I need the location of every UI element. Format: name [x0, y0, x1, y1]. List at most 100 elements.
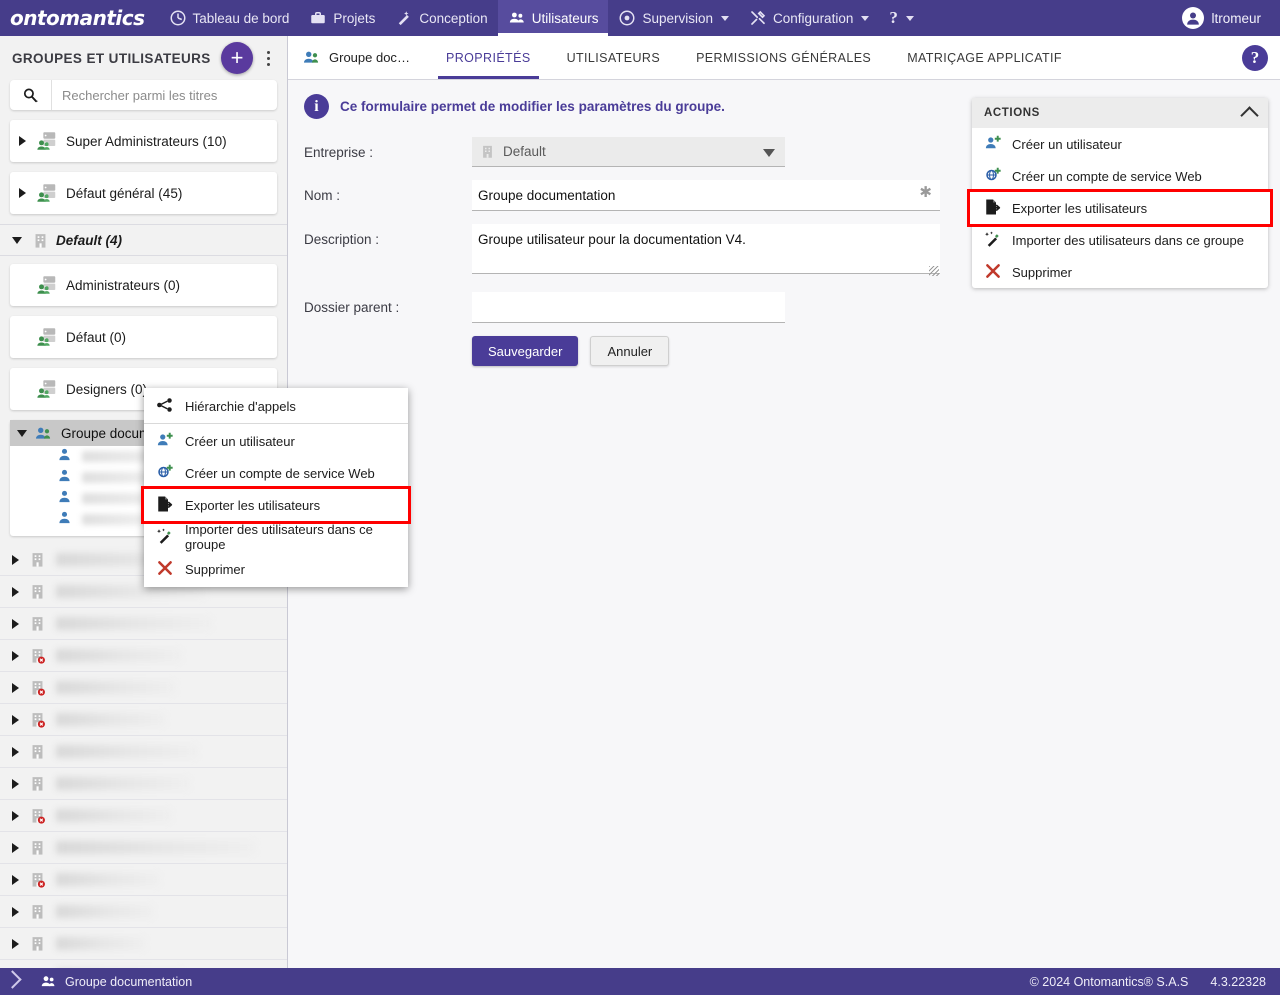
search-input[interactable]	[52, 87, 277, 103]
context-menu-item-creer-un-utilisateur[interactable]: Créer un utilisateur	[144, 425, 408, 457]
tree-row-redacted[interactable]	[0, 768, 287, 800]
building-disabled-icon	[26, 647, 48, 664]
tree-row-redacted[interactable]	[0, 864, 287, 896]
dossier-parent-input[interactable]	[472, 292, 785, 323]
collapse-arrow-icon[interactable]	[10, 429, 34, 437]
redacted-label	[56, 777, 190, 790]
tree-row-redacted[interactable]	[0, 672, 287, 704]
action-label: Importer des utilisateurs dans ce groupe	[1012, 232, 1244, 248]
expand-arrow-icon[interactable]	[4, 650, 26, 661]
app-logo[interactable]: ontomantics	[0, 6, 159, 30]
help-icon[interactable]: ?	[1242, 44, 1268, 71]
redacted-label	[56, 937, 146, 950]
expand-arrow-icon[interactable]	[4, 682, 26, 693]
tree-row-defaut[interactable]: Défaut (0)	[10, 316, 277, 358]
context-menu-item-creer-un-compte-de-service-web[interactable]: Créer un compte de service Web	[144, 457, 408, 489]
nav-item-projets[interactable]: Projets	[299, 0, 385, 36]
tab-matricage-applicatif[interactable]: MATRIÇAGE APPLICATIF	[889, 36, 1080, 79]
tree-row-redacted[interactable]	[0, 832, 287, 864]
tree-row-redacted[interactable]	[0, 704, 287, 736]
entreprise-select[interactable]: Default	[472, 137, 785, 167]
expand-arrow-icon[interactable]	[4, 618, 26, 629]
action-supprimer[interactable]: Supprimer	[972, 256, 1268, 288]
tab-bar: Groupe docume... PROPRIÉTÉS UTILISATEURS…	[288, 36, 1280, 80]
tab-entity-chip[interactable]: Groupe docume...	[288, 36, 428, 79]
expand-arrow-icon[interactable]	[4, 586, 26, 597]
nav-item-help[interactable]: ?	[879, 0, 924, 36]
expand-arrow-icon[interactable]	[4, 874, 26, 885]
description-textarea[interactable]: Groupe utilisateur pour la documentation…	[472, 224, 940, 274]
tree-row-label: Administrateurs (0)	[66, 277, 181, 293]
tree-row-redacted[interactable]	[0, 736, 287, 768]
building-icon	[26, 935, 48, 952]
add-group-button[interactable]: +	[221, 42, 253, 74]
save-button[interactable]: Sauvegarder	[472, 336, 579, 366]
chevron-up-icon[interactable]	[1240, 105, 1259, 125]
action-creer-un-utilisateur[interactable]: Créer un utilisateur	[972, 128, 1268, 160]
expand-arrow-icon[interactable]	[4, 778, 26, 789]
context-menu-item-supprimer[interactable]: Supprimer	[144, 553, 408, 585]
app-root: ontomantics Tableau de bord Projets Conc…	[0, 0, 1280, 995]
company-label: Default (4)	[56, 232, 123, 248]
expand-arrow-icon[interactable]	[4, 938, 26, 949]
info-icon: i	[304, 94, 329, 119]
action-label: Supprimer	[1012, 264, 1072, 280]
tree-row-defaut-general[interactable]: Défaut général (45)	[10, 172, 277, 214]
collapse-arrow-icon[interactable]	[6, 236, 28, 244]
actions-panel-header[interactable]: ACTIONS	[972, 98, 1268, 128]
nav-item-utilisateurs[interactable]: Utilisateurs	[497, 0, 609, 36]
tree-row-redacted[interactable]	[0, 640, 287, 672]
expand-arrow-icon[interactable]	[4, 746, 26, 757]
context-menu-item-hierarchie-dappels[interactable]: Hiérarchie d'appels	[144, 390, 408, 422]
building-disabled-icon	[26, 679, 48, 696]
expand-arrow-icon[interactable]	[4, 554, 26, 565]
search-box[interactable]	[10, 80, 277, 110]
field-dossier-parent: Dossier parent :	[304, 292, 1280, 323]
context-menu-item-exporter-les-utilisateurs[interactable]: Exporter les utilisateurs	[141, 486, 411, 524]
nav-item-supervision[interactable]: Supervision	[608, 0, 739, 36]
tree-row-administrateurs[interactable]: Administrateurs (0)	[10, 264, 277, 306]
tree-company-default[interactable]: Default (4)	[0, 224, 287, 256]
context-menu-label: Supprimer	[185, 561, 245, 577]
expand-arrow-icon[interactable]	[10, 136, 34, 146]
expand-arrow-icon[interactable]	[10, 188, 34, 198]
context-menu: Hiérarchie d'appels Créer un utilisateur…	[141, 388, 411, 587]
user-menu[interactable]: ltromeur	[1176, 7, 1280, 29]
tab-utilisateurs[interactable]: UTILISATEURS	[549, 36, 678, 79]
tree-row-redacted[interactable]	[0, 960, 287, 968]
expand-arrow-icon[interactable]	[4, 842, 26, 853]
nom-input[interactable]	[472, 180, 940, 211]
expand-arrow-icon[interactable]	[4, 906, 26, 917]
tree-row-label: Défaut général (45)	[66, 185, 183, 201]
tab-entity-label: Groupe docume...	[329, 50, 416, 65]
sidebar-more-menu-icon[interactable]	[257, 44, 279, 72]
tab-label: PERMISSIONS GÉNÉRALES	[696, 50, 872, 65]
tree-row-redacted[interactable]	[0, 928, 287, 960]
expand-arrow-icon[interactable]	[4, 810, 26, 821]
tree-row-redacted[interactable]	[0, 896, 287, 928]
chevron-down-icon	[721, 15, 730, 21]
tab-permissions-generales[interactable]: PERMISSIONS GÉNÉRALES	[678, 36, 889, 79]
context-menu-item-importer-des-utilisateurs[interactable]: Importer des utilisateurs dans ce groupe	[144, 521, 408, 553]
chevron-down-icon	[763, 149, 775, 157]
cancel-button[interactable]: Annuler	[590, 336, 670, 366]
tree-row-redacted[interactable]	[0, 800, 287, 832]
top-navigation-bar: ontomantics Tableau de bord Projets Conc…	[0, 0, 1280, 36]
actions-panel: ACTIONS Créer un utilisateur Créer un co…	[967, 98, 1273, 288]
expand-arrow-icon[interactable]	[4, 714, 26, 725]
user-avatar-icon	[1182, 7, 1205, 29]
nom-input-wrap: ✱	[472, 180, 940, 211]
tree-row-redacted[interactable]	[0, 608, 287, 640]
resize-grip-icon[interactable]	[929, 266, 939, 276]
nav-item-tableau-de-bord[interactable]: Tableau de bord	[159, 0, 300, 36]
action-creer-un-compte-de-service-web[interactable]: Créer un compte de service Web	[972, 160, 1268, 192]
action-importer-des-utilisateurs[interactable]: Importer des utilisateurs dans ce groupe	[972, 224, 1268, 256]
action-exporter-les-utilisateurs[interactable]: Exporter les utilisateurs	[967, 189, 1273, 227]
nav-item-configuration[interactable]: Configuration	[739, 0, 879, 36]
question-icon: ?	[889, 8, 898, 27]
tree-row-super-administrateurs[interactable]: Super Administrateurs (10)	[10, 120, 277, 162]
wand-icon	[395, 9, 413, 27]
nav-item-conception[interactable]: Conception	[385, 0, 497, 36]
building-icon	[480, 144, 495, 159]
tab-proprietes[interactable]: PROPRIÉTÉS	[428, 36, 549, 79]
